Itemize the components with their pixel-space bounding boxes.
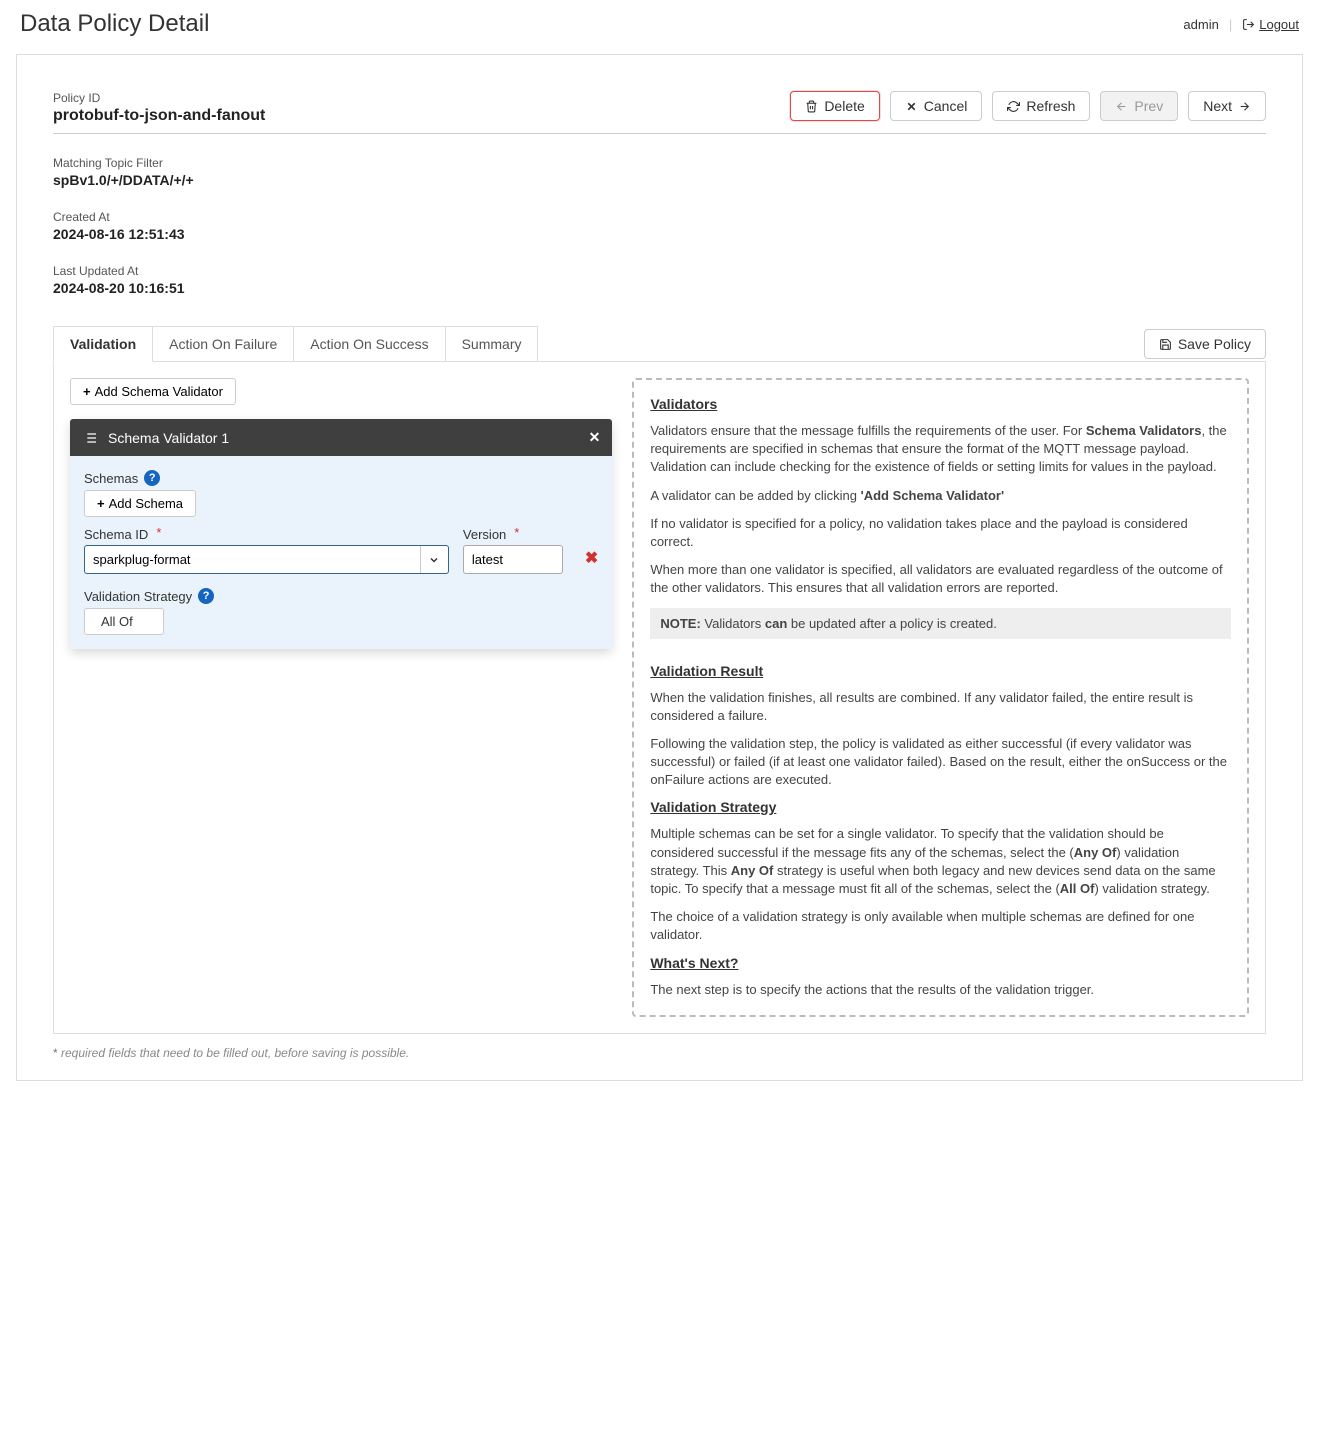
next-label: Next <box>1203 98 1232 114</box>
help-panel: Validators Validators ensure that the me… <box>632 378 1249 1017</box>
help-strategy-title: Validation Strategy <box>650 799 1231 815</box>
user-name: admin <box>1183 17 1218 32</box>
footnote: * required fields that need to be filled… <box>53 1046 1266 1060</box>
help-text: All Of <box>1060 881 1095 896</box>
help-text: When more than one validator is specifie… <box>650 561 1231 597</box>
schema-validator-card: Schema Validator 1 ✕ Schemas ? + Add Sch… <box>70 419 612 649</box>
schema-id-dropdown-toggle[interactable] <box>420 546 448 573</box>
tab-validation[interactable]: Validation <box>53 326 153 362</box>
cancel-label: Cancel <box>924 98 968 114</box>
updated-at-value: 2024-08-20 10:16:51 <box>53 280 1266 296</box>
help-text: Any Of <box>731 863 774 878</box>
prev-button[interactable]: Prev <box>1100 91 1178 121</box>
help-text: The next step is to specify the actions … <box>650 981 1231 999</box>
add-schema-label: Add Schema <box>109 496 183 511</box>
required-star: * <box>514 525 519 540</box>
cancel-button[interactable]: Cancel <box>890 91 983 121</box>
arrow-left-icon <box>1115 100 1128 113</box>
help-text: 'Add Schema Validator' <box>861 488 1004 503</box>
help-text: can <box>765 616 787 631</box>
created-at-label: Created At <box>53 210 1266 224</box>
validator-title: Schema Validator 1 <box>108 430 229 446</box>
save-policy-label: Save Policy <box>1178 336 1251 352</box>
plus-icon: + <box>97 496 105 511</box>
help-result-title: Validation Result <box>650 663 1231 679</box>
delete-label: Delete <box>824 98 864 114</box>
refresh-icon <box>1007 100 1020 113</box>
help-text: If no validator is specified for a polic… <box>650 515 1231 551</box>
help-text: be updated after a policy is created. <box>787 616 997 631</box>
help-text: Following the validation step, the polic… <box>650 735 1231 790</box>
divider: | <box>1229 17 1232 32</box>
topic-filter-value: spBv1.0/+/DDATA/+/+ <box>53 172 1266 188</box>
schemas-label: Schemas <box>84 471 138 486</box>
validation-strategy-value[interactable]: All Of <box>84 608 164 635</box>
trash-icon <box>805 100 818 113</box>
chevron-down-icon <box>428 554 440 566</box>
logout-link[interactable]: Logout <box>1242 17 1299 32</box>
created-at-value: 2024-08-16 12:51:43 <box>53 226 1266 242</box>
help-validators-title: Validators <box>650 396 1231 412</box>
save-policy-button[interactable]: Save Policy <box>1144 329 1266 359</box>
logout-icon <box>1242 18 1255 31</box>
version-label: Version <box>463 527 506 542</box>
help-text: ) validation strategy. <box>1094 881 1209 896</box>
help-text: Validators ensure that the message fulfi… <box>650 423 1085 438</box>
page-title: Data Policy Detail <box>20 10 209 38</box>
help-text: The choice of a validation strategy is o… <box>650 908 1231 944</box>
note-box: NOTE: Validators can be updated after a … <box>650 608 1231 639</box>
validation-strategy-label: Validation Strategy <box>84 589 192 604</box>
help-icon[interactable]: ? <box>198 588 214 604</box>
policy-id-label: Policy ID <box>53 91 265 105</box>
add-schema-validator-label: Add Schema Validator <box>95 384 223 399</box>
tab-summary[interactable]: Summary <box>445 326 539 362</box>
main-card: Policy ID protobuf-to-json-and-fanout De… <box>16 54 1303 1081</box>
schema-id-combo[interactable] <box>84 545 449 574</box>
tab-panel-validation: + Add Schema Validator Schema Validator … <box>53 361 1266 1034</box>
tab-action-on-failure[interactable]: Action On Failure <box>152 326 294 362</box>
refresh-button[interactable]: Refresh <box>992 91 1090 121</box>
delete-button[interactable]: Delete <box>790 91 879 121</box>
help-next-title: What's Next? <box>650 955 1231 971</box>
remove-validator-button[interactable]: ✕ <box>589 429 601 446</box>
topic-filter-label: Matching Topic Filter <box>53 156 1266 170</box>
user-bar: admin | Logout <box>1183 17 1299 32</box>
refresh-label: Refresh <box>1026 98 1075 114</box>
help-text: Validators <box>701 616 765 631</box>
add-schema-validator-button[interactable]: + Add Schema Validator <box>70 378 236 405</box>
prev-label: Prev <box>1134 98 1163 114</box>
version-combo[interactable] <box>463 545 563 574</box>
next-button[interactable]: Next <box>1188 91 1266 121</box>
policy-id-value: protobuf-to-json-and-fanout <box>53 107 265 125</box>
tab-action-on-success[interactable]: Action On Success <box>293 326 445 362</box>
schema-id-label: Schema ID <box>84 527 148 542</box>
note-label: NOTE: <box>660 616 700 631</box>
save-icon <box>1159 338 1172 351</box>
help-text: Schema Validators <box>1086 423 1202 438</box>
footnote-text: required fields that need to be filled o… <box>58 1046 410 1060</box>
close-icon <box>905 100 918 113</box>
tabs: Validation Action On Failure Action On S… <box>53 326 537 362</box>
logout-label: Logout <box>1259 17 1299 32</box>
help-text: Any Of <box>1074 845 1117 860</box>
schema-id-input[interactable] <box>85 546 420 573</box>
updated-at-label: Last Updated At <box>53 264 1266 278</box>
help-text: A validator can be added by clicking <box>650 488 860 503</box>
help-text: When the validation finishes, all result… <box>650 689 1231 725</box>
add-schema-button[interactable]: + Add Schema <box>84 490 196 517</box>
required-star: * <box>156 525 161 540</box>
arrow-right-icon <box>1238 100 1251 113</box>
remove-schema-button[interactable]: ✖ <box>585 548 598 574</box>
list-icon <box>82 430 98 446</box>
plus-icon: + <box>83 384 91 399</box>
help-icon[interactable]: ? <box>144 470 160 486</box>
